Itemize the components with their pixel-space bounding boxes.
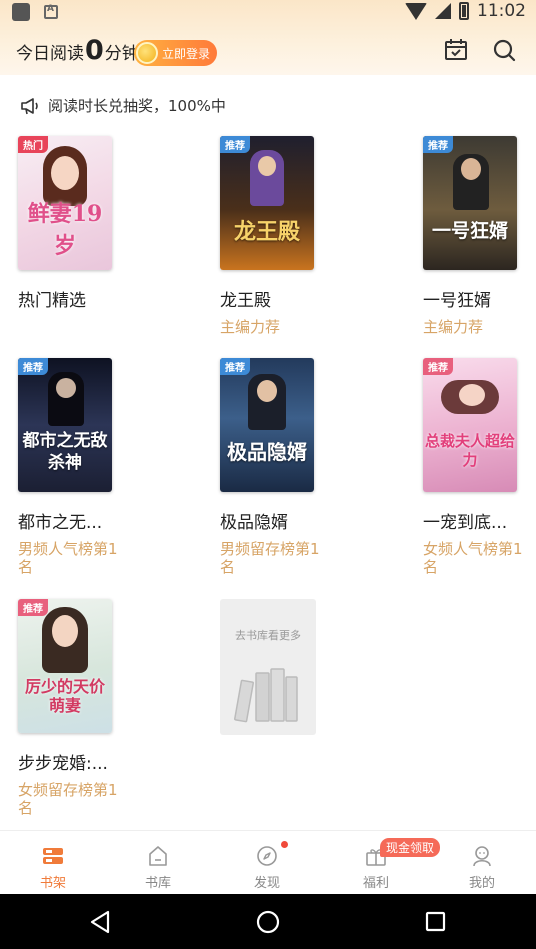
tab-label: 发现 (253, 876, 280, 891)
keyboard-notification-icon (44, 4, 58, 19)
bottom-nav: 书架 书库 发现 现金领取 福利 我的 (0, 830, 536, 894)
tab-label: 我的 (468, 876, 495, 891)
login-button[interactable]: 立即登录 (134, 40, 217, 66)
status-bar: 11:02 (0, 0, 536, 26)
library-icon (149, 846, 167, 866)
system-navigation-bar (0, 894, 536, 949)
book-subtitle: 女频留存榜第1名 (18, 781, 118, 817)
recommend-badge: 推荐 (18, 599, 48, 616)
compass-icon (257, 846, 277, 866)
cover-title: 极品隐婿 (227, 440, 307, 464)
notice-text: 阅读时长兑抽奖，100%中 (48, 97, 226, 115)
cover-title: 都市之无敌杀神 (22, 431, 108, 473)
recommend-badge: 推荐 (423, 136, 453, 153)
calendar-icon[interactable] (443, 37, 469, 63)
book-subtitle: 女频人气榜第1名 (423, 540, 523, 576)
profile-icon (473, 846, 491, 867)
reading-time: 今日阅读 0 分钟 (16, 35, 139, 66)
book-title: 一号狂婿 (423, 291, 491, 311)
tab-label: 福利 (362, 876, 389, 891)
login-label: 立即登录 (162, 46, 211, 61)
book-cover[interactable]: 推荐 都市之无敌杀神 (18, 358, 112, 492)
home-icon[interactable] (255, 909, 281, 935)
tab-label: 书架 (39, 876, 66, 891)
recommend-badge: 推荐 (423, 358, 453, 375)
tab-library[interactable]: 书库 (118, 831, 198, 895)
recommend-badge: 推荐 (18, 358, 48, 375)
notification-dot (281, 841, 288, 848)
cover-title: 鲜妻19岁 (27, 201, 103, 259)
cover-title: 一号狂婿 (431, 220, 508, 242)
book-cover[interactable]: 推荐 厉少的天价萌妻 (18, 599, 112, 733)
book-subtitle: 主编力荐 (220, 318, 281, 336)
hot-badge: 热门 (18, 136, 48, 153)
tab-bookshelf[interactable]: 书架 (13, 831, 93, 895)
books-icon (234, 668, 298, 723)
book-cover[interactable]: 推荐 龙王殿 (220, 136, 314, 270)
more-books-card[interactable]: 去书库看更多 (220, 599, 316, 735)
app-notification-icon (12, 3, 30, 21)
book-cover[interactable]: 推荐 总裁夫人超给力 (423, 358, 517, 492)
book-subtitle: 主编力荐 (423, 318, 484, 336)
book-title: 都市之无... (18, 513, 103, 533)
bookshelf-icon (43, 848, 63, 864)
book-cover[interactable]: 推荐 极品隐婿 (220, 358, 314, 492)
reading-reward-notice[interactable]: 阅读时长兑抽奖，100%中 (20, 95, 226, 116)
recents-icon[interactable] (424, 910, 448, 934)
battery-icon (459, 2, 469, 20)
book-cover[interactable]: 推荐 一号狂婿 (423, 136, 517, 270)
cash-claim-badge: 现金领取 (380, 838, 441, 857)
cover-title: 总裁夫人超给力 (424, 432, 515, 469)
reading-minutes: 0 (85, 35, 104, 66)
recommend-badge: 推荐 (220, 136, 250, 153)
coin-icon (136, 42, 158, 64)
book-title: 一宠到底... (423, 513, 508, 533)
reading-prefix: 今日阅读 (16, 44, 84, 64)
cover-title: 龙王殿 (233, 219, 300, 245)
recommend-badge: 推荐 (220, 358, 250, 375)
wifi-icon (405, 2, 427, 20)
tab-welfare[interactable]: 现金领取 福利 (336, 831, 441, 895)
top-header: 11:02 今日阅读 0 分钟 立即登录 (0, 0, 536, 75)
more-books-text: 去书库看更多 (235, 629, 301, 642)
book-title: 龙王殿 (220, 291, 271, 311)
search-icon[interactable] (491, 37, 517, 63)
book-title: 热门精选 (18, 291, 86, 311)
clock: 11:02 (477, 1, 526, 21)
cover-title: 厉少的天价萌妻 (24, 677, 105, 715)
book-cover[interactable]: 热门 鲜妻19岁 (18, 136, 112, 270)
megaphone-icon (21, 97, 38, 114)
book-title: 步步宠婚:... (18, 754, 108, 774)
book-subtitle: 男频人气榜第1名 (18, 540, 118, 576)
back-icon[interactable] (88, 909, 114, 935)
book-subtitle: 男频留存榜第1名 (220, 540, 320, 576)
cellular-icon (435, 3, 451, 19)
tab-profile[interactable]: 我的 (442, 831, 522, 895)
book-title: 极品隐婿 (220, 513, 288, 533)
tab-label: 书库 (144, 876, 171, 891)
tab-discover[interactable]: 发现 (227, 831, 307, 895)
